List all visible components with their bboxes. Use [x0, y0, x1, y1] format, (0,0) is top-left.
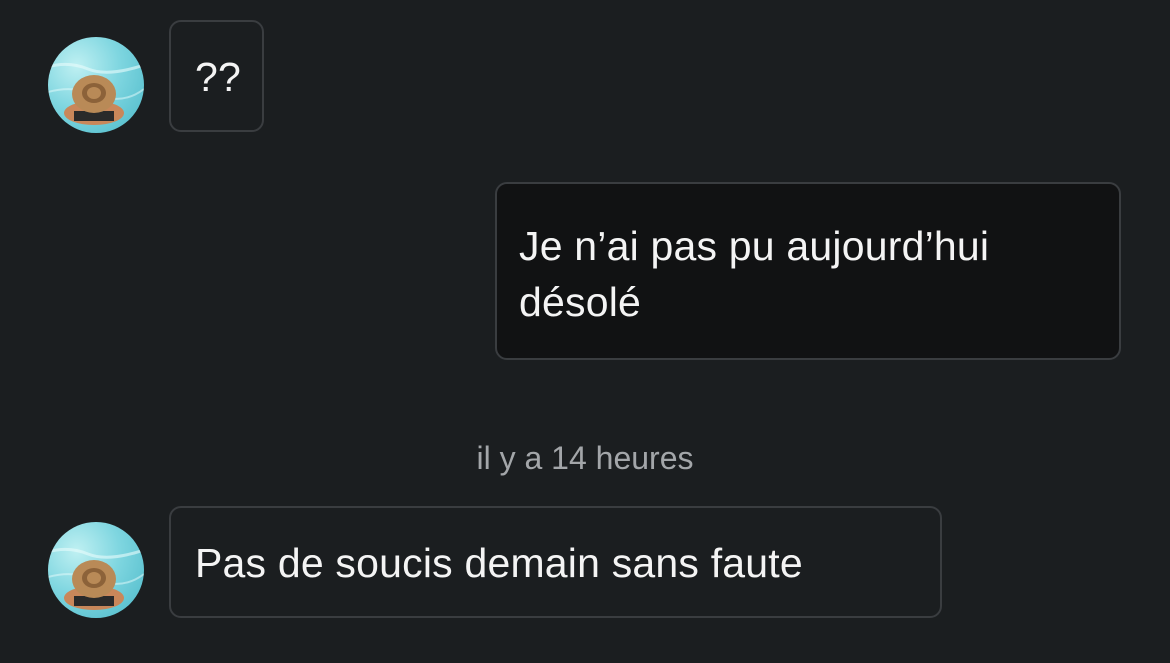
message-text: Pas de soucis demain sans faute [195, 540, 803, 586]
message-text: ?? [195, 54, 242, 100]
avatar-photo-icon [48, 547, 144, 610]
contact-avatar[interactable] [48, 37, 144, 133]
message-bubble-incoming[interactable]: ?? [169, 20, 264, 132]
contact-avatar[interactable] [48, 522, 144, 618]
message-bubble-incoming[interactable]: Pas de soucis demain sans faute [169, 506, 942, 618]
avatar-photo-icon [48, 62, 144, 125]
message-timestamp: il y a 14 heures [476, 440, 694, 476]
message-bubble-outgoing[interactable]: Je n’ai pas pu aujourd’hui désolé [495, 182, 1121, 360]
message-text: Je n’ai pas pu aujourd’hui désolé [519, 223, 990, 325]
